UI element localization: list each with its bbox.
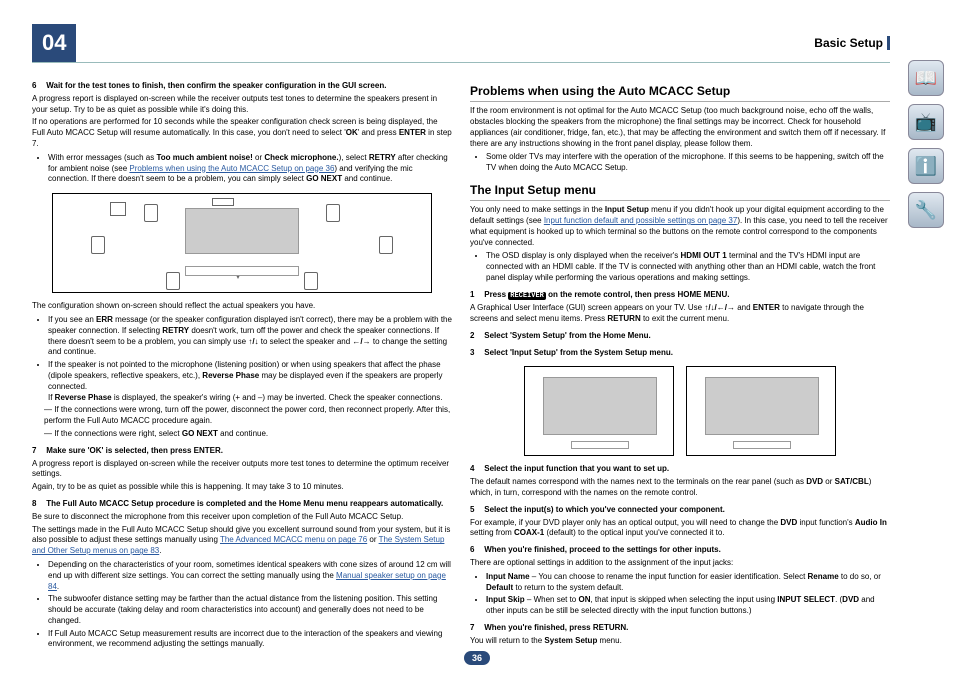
book-icon[interactable]: 📖 (908, 60, 944, 96)
page: 04 Basic Setup 6 Wait for the test tones… (0, 0, 954, 677)
list-item: The OSD display is only displayed when t… (486, 251, 890, 283)
step-7: 7 Make sure 'OK' is selected, then press… (32, 446, 452, 457)
menu-diagram-1 (524, 366, 674, 456)
step-6: 6 Wait for the test tones to finish, the… (32, 81, 452, 92)
front-right-speaker-icon (326, 204, 340, 222)
surround-left-speaker-icon (91, 236, 105, 254)
speaker-diagram (52, 193, 432, 293)
diagram-tv-screen (185, 208, 298, 254)
bullet-list: With error messages (such as Too much am… (48, 153, 452, 185)
bullet-list: Depending on the characteristics of your… (48, 560, 452, 650)
body-text: The default names correspond with the na… (470, 477, 890, 499)
menu-diagram-2 (686, 366, 836, 456)
bullet-list: Input Name – You can choose to rename th… (486, 572, 890, 617)
tools-icon[interactable]: 🔧 (908, 192, 944, 228)
step-3: 3 Select 'Input Setup' from the System S… (470, 348, 890, 359)
body-text: The configuration shown on-screen should… (32, 301, 452, 312)
body-text: A Graphical User Interface (GUI) screen … (470, 303, 890, 325)
list-item: Input Skip – When set to ON, that input … (486, 595, 890, 617)
body-text: You only need to make settings in the In… (470, 205, 890, 248)
list-item: The subwoofer distance setting may be fa… (48, 594, 452, 626)
list-item: With error messages (such as Too much am… (48, 153, 452, 185)
body-text: A progress report is displayed on-screen… (32, 459, 452, 481)
front-left-speaker-icon (144, 204, 158, 222)
body-text: There are optional settings in addition … (470, 558, 890, 569)
receiver-button-icon: RECEIVER (508, 292, 546, 300)
tv-icon[interactable]: 📺 (908, 104, 944, 140)
back-left-speaker-icon (166, 272, 180, 290)
list-item: If you see an ERR message (or the speake… (48, 315, 452, 358)
link-mcacc-problems[interactable]: Problems when using the Auto MCACC Setup (129, 164, 292, 173)
receiver-icon (185, 266, 298, 276)
center-speaker-icon (212, 198, 234, 206)
bullet-list: The OSD display is only displayed when t… (486, 251, 890, 283)
heading-problems: Problems when using the Auto MCACC Setup (470, 83, 890, 102)
body-text: For example, if your DVD player only has… (470, 518, 890, 540)
header: 04 Basic Setup (32, 24, 890, 63)
section-title: Basic Setup (814, 36, 890, 50)
link-input-defaults[interactable]: Input function default and possible sett… (544, 216, 695, 225)
body-text: The settings made in the Full Auto MCACC… (32, 525, 452, 557)
side-tabs: 📖 📺 ℹ️ 🔧 (908, 60, 944, 228)
body-text: Again, try to be as quiet as possible wh… (32, 482, 452, 493)
body-text: A progress report is displayed on-screen… (32, 94, 452, 116)
body-text: You will return to the System Setup menu… (470, 636, 890, 647)
bullet-list: Some older TVs may interfere with the op… (486, 152, 890, 174)
link-manual-speaker[interactable]: Manual speaker setup (336, 571, 415, 580)
step-5: 5 Select the input(s) to which you've co… (470, 505, 890, 516)
body-text: Be sure to disconnect the microphone fro… (32, 512, 452, 523)
footer: 36 (0, 651, 954, 665)
heading-input-setup: The Input Setup menu (470, 182, 890, 201)
right-column: Problems when using the Auto MCACC Setup… (470, 75, 890, 653)
list-item: If Full Auto MCACC Setup measurement res… (48, 629, 452, 651)
step-4: 4 Select the input function that you wan… (470, 464, 890, 475)
step-1: 1 Press RECEIVER on the remote control, … (470, 290, 890, 301)
back-right-speaker-icon (304, 272, 318, 290)
body-text: If the room environment is not optimal f… (470, 106, 890, 149)
list-item: Some older TVs may interfere with the op… (486, 152, 890, 174)
step-6r: 6 When you're finished, proceed to the s… (470, 545, 890, 556)
columns: 6 Wait for the test tones to finish, the… (32, 75, 890, 653)
step-8: 8 The Full Auto MCACC Setup procedure is… (32, 499, 452, 510)
step-2: 2 Select 'System Setup' from the Home Me… (470, 331, 890, 342)
list-item: If the speaker is not pointed to the mic… (48, 360, 452, 440)
info-icon[interactable]: ℹ️ (908, 148, 944, 184)
page-number: 36 (464, 651, 490, 665)
link-advanced-mcacc[interactable]: The Advanced MCACC menu (220, 535, 325, 544)
left-column: 6 Wait for the test tones to finish, the… (32, 75, 452, 653)
menu-diagrams (470, 366, 890, 456)
bullet-list: If you see an ERR message (or the speake… (48, 315, 452, 440)
list-item: Input Name – You can choose to rename th… (486, 572, 890, 594)
body-text: If no operations are performed for 10 se… (32, 117, 452, 149)
chapter-number: 04 (32, 24, 76, 62)
list-item: Depending on the characteristics of your… (48, 560, 452, 592)
step-7r: 7 When you're finished, press RETURN. (470, 623, 890, 634)
subwoofer-icon (110, 202, 126, 216)
surround-right-speaker-icon (379, 236, 393, 254)
